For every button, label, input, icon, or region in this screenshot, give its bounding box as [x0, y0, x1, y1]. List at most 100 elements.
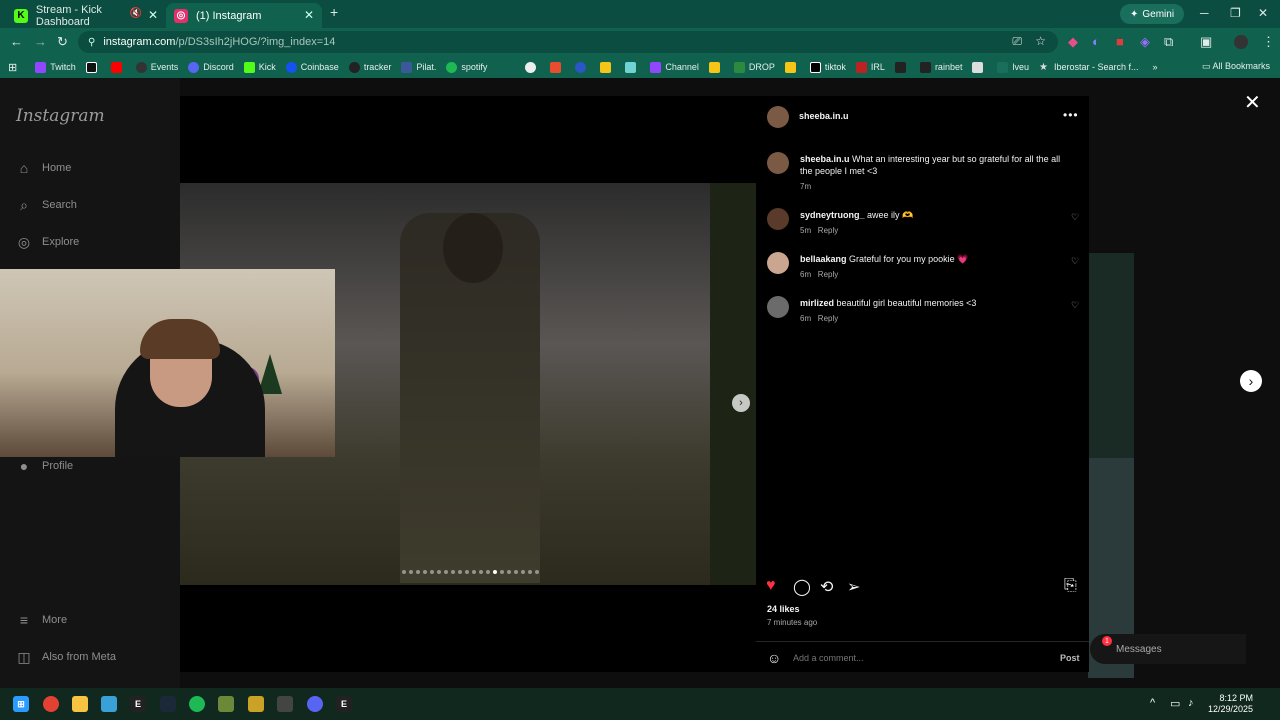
bookmark-item[interactable]: lveu	[997, 61, 1029, 73]
avatar[interactable]	[767, 106, 789, 128]
caption-user[interactable]: sheeba.in.u	[800, 154, 850, 164]
emoji-icon[interactable]: ☺	[767, 650, 781, 666]
app-icon[interactable]	[277, 696, 293, 712]
bookmark-item[interactable]	[110, 61, 126, 73]
bookmark-item[interactable]: Channel	[650, 61, 699, 73]
gemini-button[interactable]: ✦ Gemini	[1120, 4, 1185, 24]
mute-icon[interactable]: 🔇	[130, 8, 142, 19]
bookmark-item[interactable]: Kick	[243, 61, 276, 73]
comment-user[interactable]: bellaakang	[800, 254, 847, 264]
like-comment-icon[interactable]: ♡	[1071, 256, 1079, 267]
chrome-icon[interactable]	[43, 696, 59, 712]
network-icon[interactable]: ▭	[1170, 697, 1180, 710]
bookmark-item[interactable]	[550, 61, 565, 73]
cast-icon[interactable]: ⎚	[1012, 34, 1022, 49]
bookmark-item[interactable]: Twitch	[35, 61, 76, 73]
nav-also-from-meta[interactable]: ◫ Also from Meta	[16, 649, 116, 665]
volume-icon[interactable]: ♪	[1188, 697, 1194, 709]
site-info-icon[interactable]: ⚲	[88, 37, 95, 48]
like-comment-icon[interactable]: ♡	[1071, 300, 1079, 311]
extension-icon[interactable]: ◆	[1068, 34, 1078, 50]
bookmark-item[interactable]	[972, 61, 987, 73]
bookmark-item[interactable]: ★ Iberostar - Search f...	[1039, 62, 1139, 73]
address-bar[interactable]: ⚲ instagram.com/p/DS3sIh2jHOG/?img_index…	[78, 31, 1058, 53]
comment-icon[interactable]: ◯	[793, 577, 811, 597]
bookmark-item[interactable]: IRL	[855, 61, 885, 73]
side-panel-icon[interactable]: ▣	[1200, 34, 1212, 50]
bookmark-item[interactable]	[525, 61, 540, 73]
bookmark-item[interactable]	[575, 61, 590, 73]
nav-explore[interactable]: ◎ Explore	[16, 234, 79, 250]
next-post-button[interactable]: ›	[1240, 370, 1262, 392]
minimize-icon[interactable]: ─	[1200, 6, 1209, 20]
bookmark-item[interactable]	[85, 61, 101, 73]
bookmark-item[interactable]: spotify	[446, 61, 487, 73]
minecraft-icon[interactable]	[218, 696, 234, 712]
tab-instagram[interactable]: ◎ (1) Instagram ✕	[166, 3, 322, 28]
close-modal-icon[interactable]: ✕	[1244, 90, 1261, 115]
nav-profile[interactable]: ● Profile	[16, 458, 73, 474]
carousel-next-button[interactable]: ›	[732, 394, 750, 412]
bookmark-item[interactable]: DROP	[733, 61, 775, 73]
comment-user[interactable]: sydneytruong_	[800, 210, 865, 220]
post-author[interactable]: sheeba.in.u	[799, 111, 849, 121]
tab-kick-dashboard[interactable]: K Stream - Kick Dashboard 🔇 ✕	[6, 3, 166, 28]
app-icon[interactable]	[101, 696, 117, 712]
profile-avatar[interactable]	[1234, 35, 1248, 49]
bookmark-item[interactable]: Events	[135, 61, 178, 73]
bookmark-item[interactable]	[625, 61, 640, 73]
tray-overflow-icon[interactable]: ^	[1150, 697, 1155, 709]
post-comment-button[interactable]: Post	[1060, 653, 1080, 663]
close-tab-icon[interactable]: ✕	[304, 8, 314, 22]
extension-icon[interactable]: ◈	[1140, 34, 1150, 50]
like-count[interactable]: 24 likes	[767, 604, 800, 614]
more-options-icon[interactable]: •••	[1063, 108, 1079, 122]
close-window-icon[interactable]: ✕	[1258, 6, 1268, 20]
avatar[interactable]	[767, 296, 789, 318]
extension-icon[interactable]: ■	[1116, 34, 1124, 49]
restore-icon[interactable]: ❐	[1230, 6, 1241, 20]
bookmark-item[interactable]: rainbet	[919, 61, 962, 73]
like-icon[interactable]: ♥	[766, 577, 776, 595]
bookmark-item[interactable]	[600, 61, 615, 73]
nav-more[interactable]: ≡ More	[16, 612, 67, 628]
forward-icon[interactable]: →	[34, 34, 47, 49]
bookmark-item[interactable]: Discord	[188, 61, 234, 73]
epic-games-icon[interactable]: E	[130, 696, 146, 712]
apps-grid-icon[interactable]: ⊞	[8, 61, 17, 74]
all-bookmarks[interactable]: ▭ All Bookmarks	[1202, 61, 1270, 72]
bookmark-star-icon[interactable]: ☆	[1035, 34, 1046, 48]
bookmark-item[interactable]: tracker	[348, 61, 391, 73]
close-tab-icon[interactable]: ✕	[148, 8, 158, 22]
comment-user[interactable]: mirlized	[800, 298, 834, 308]
reload-icon[interactable]: ↻	[57, 34, 68, 50]
like-comment-icon[interactable]: ♡	[1071, 212, 1079, 223]
bookmark-item[interactable]: tiktok	[809, 61, 846, 73]
avatar[interactable]	[767, 252, 789, 274]
messages-button[interactable]: Messages	[1090, 634, 1246, 664]
save-icon[interactable]: ⎘	[1064, 577, 1077, 595]
comment-input[interactable]	[793, 653, 1023, 663]
menu-kebab-icon[interactable]: ⋮	[1262, 34, 1275, 50]
steam-icon[interactable]	[160, 696, 176, 712]
share-icon[interactable]: ➢	[847, 577, 860, 597]
extension-icon[interactable]: ◐	[1092, 34, 1100, 49]
system-clock[interactable]: 8:12 PM 12/29/2025	[1208, 693, 1253, 715]
discord-icon[interactable]	[307, 696, 323, 712]
avatar[interactable]	[767, 208, 789, 230]
reply-button[interactable]: Reply	[818, 314, 838, 323]
app-icon[interactable]	[248, 696, 264, 712]
avatar[interactable]	[767, 152, 789, 174]
bookmark-item[interactable]: Coinbase	[285, 61, 339, 73]
nav-home[interactable]: ⌂ Home	[16, 160, 72, 176]
instagram-logo[interactable]: Instagram	[16, 106, 105, 126]
bookmarks-overflow-icon[interactable]: »	[1153, 62, 1158, 72]
file-explorer-icon[interactable]	[72, 696, 88, 712]
nav-search[interactable]: ⌕ Search	[16, 197, 77, 213]
back-icon[interactable]: ←	[10, 34, 23, 49]
repost-icon[interactable]: ⟲	[820, 577, 833, 597]
start-icon[interactable]: ⊞	[13, 696, 29, 712]
spotify-icon[interactable]	[189, 696, 205, 712]
extensions-puzzle-icon[interactable]: ⧉	[1164, 34, 1173, 50]
bookmark-item[interactable]: Pilat.	[401, 61, 436, 73]
